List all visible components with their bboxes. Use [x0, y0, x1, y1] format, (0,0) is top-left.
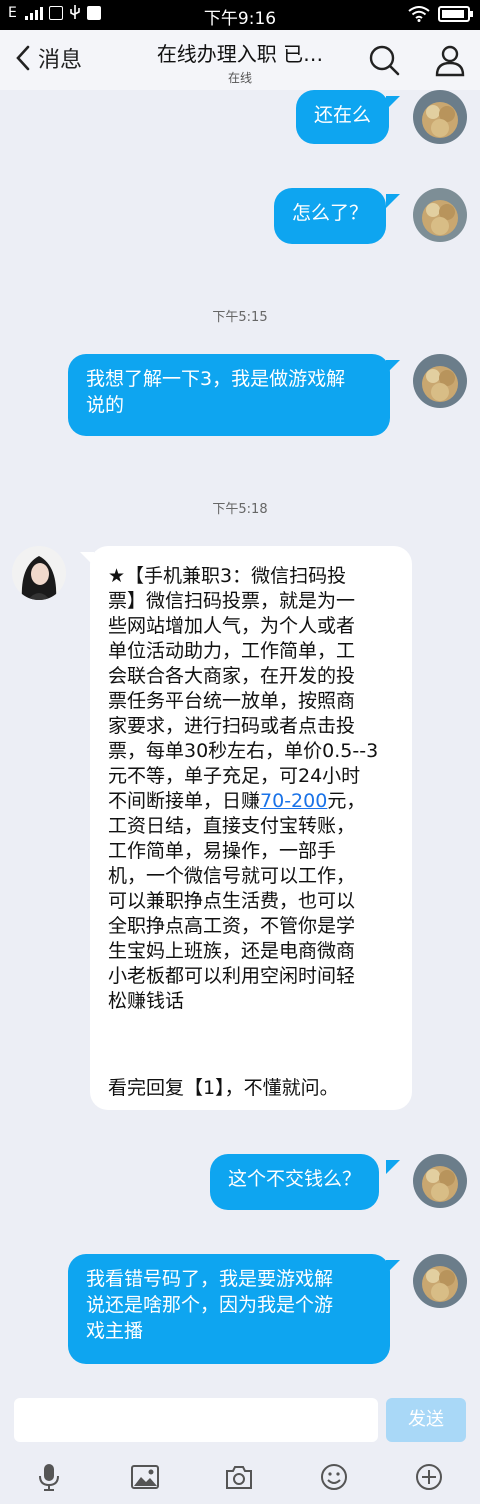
message-line: 戏主播	[86, 1320, 144, 1342]
input-toolbar	[0, 1450, 480, 1504]
avatar-image	[413, 90, 467, 144]
send-button[interactable]: 发送	[386, 1398, 466, 1442]
my-avatar[interactable]	[413, 1154, 467, 1208]
message-line: 说的	[86, 394, 125, 416]
avatar-image	[413, 354, 467, 408]
message-line: 家要求，进行扫码或者点击投	[108, 715, 356, 737]
title-block: 在线办理入职 已… 在线	[140, 38, 340, 86]
message-line: 票任务平台统一放单，按照商	[108, 690, 356, 712]
plus-icon[interactable]	[414, 1462, 444, 1492]
bubble-tail	[386, 1260, 400, 1274]
status-right	[408, 6, 473, 22]
camera-icon[interactable]	[224, 1462, 254, 1492]
message-text: 元，	[327, 790, 366, 812]
back-button[interactable]: 消息	[12, 42, 82, 74]
outgoing-message[interactable]: 怎么了？	[274, 188, 387, 244]
message-line: 松赚钱话	[108, 990, 185, 1012]
image-icon[interactable]	[130, 1462, 160, 1492]
timestamp: 下午5:18	[212, 502, 268, 517]
message-line: 票，每单30秒左右，单价0.5--3	[108, 740, 379, 762]
bubble-tail	[386, 96, 400, 110]
bubble-tail	[386, 1160, 400, 1174]
battery-icon	[438, 6, 473, 22]
emoji-icon[interactable]	[319, 1462, 349, 1492]
status-bar: E 下午9:16	[0, 0, 480, 30]
message-line: 会联合各大商家，在开发的投	[108, 665, 356, 687]
message-line: 些网站增加人气，为个人或者	[108, 615, 356, 637]
microphone-icon[interactable]	[34, 1462, 64, 1492]
message-line: 小老板都可以利用空闲时间轻	[108, 965, 356, 987]
incoming-message[interactable]: ★【手机兼职3：微信扫码投 票】微信扫码投票，就是为一 些网站增加人气，为个人或…	[90, 546, 412, 1110]
message-line: 我想了解一下3，我是做游戏解	[86, 368, 346, 390]
message-text: 这个不交钱么？	[228, 1168, 362, 1190]
avatar-image	[413, 1254, 467, 1308]
back-label: 消息	[38, 48, 83, 73]
message-line: 看完回复【1】，不懂就问。	[108, 1077, 339, 1099]
avatar-image	[12, 546, 66, 600]
profile-icon[interactable]	[432, 42, 468, 78]
my-avatar[interactable]	[413, 354, 467, 408]
message-line: 票】微信扫码投票，就是为一	[108, 590, 356, 612]
income-link[interactable]: 70-200	[260, 790, 327, 812]
message-line: 全职挣点高工资，不管你是学	[108, 915, 356, 937]
avatar-image	[413, 188, 467, 242]
message-text: 怎么了？	[292, 202, 369, 224]
wifi-icon	[408, 6, 430, 22]
chat-header: 消息 在线办理入职 已… 在线	[0, 30, 480, 90]
my-avatar[interactable]	[413, 90, 467, 144]
outgoing-message[interactable]: 我想了解一下3，我是做游戏解 说的	[68, 354, 390, 436]
chevron-left-icon	[16, 45, 30, 71]
message-line: 单位活动助力，工作简单，工	[108, 640, 356, 662]
search-icon[interactable]	[366, 42, 402, 78]
message-line: 元不等，单子充足，可24小时	[108, 765, 361, 787]
message-line: 工作简单，易操作，一部手	[108, 840, 337, 862]
message-line: ★【手机兼职3：微信扫码投	[108, 565, 347, 587]
message-line: 我看错号码了，我是要游戏解	[86, 1268, 334, 1290]
bubble-tail	[386, 360, 400, 374]
message-line: 可以兼职挣点生活费，也可以	[108, 890, 356, 912]
message-line: 不间断接单，日赚70-200元，	[108, 789, 394, 814]
chat-title: 在线办理入职 已…	[156, 42, 324, 66]
my-avatar[interactable]	[413, 188, 467, 242]
my-avatar[interactable]	[413, 1254, 467, 1308]
message-text: 还在么	[314, 104, 372, 126]
chat-status: 在线	[227, 71, 252, 85]
message-line: 机，一个微信号就可以工作，	[108, 865, 356, 887]
timestamp: 下午5:15	[212, 310, 268, 325]
message-input[interactable]	[14, 1398, 378, 1442]
message-list[interactable]: 还在么 怎么了？ 下午5:15 我想了解一下3，我是做游戏解 说的 下午5:18	[0, 90, 480, 1390]
contact-avatar[interactable]	[12, 546, 66, 600]
message-line: 工资日结，直接支付宝转账，	[108, 815, 356, 837]
message-text: 不间断接单，日赚	[108, 790, 261, 812]
message-line: 说还是啥那个，因为我是个游	[86, 1294, 334, 1316]
message-line: 生宝妈上班族，还是电商微商	[108, 940, 356, 962]
outgoing-message[interactable]: 还在么	[296, 90, 390, 144]
outgoing-message[interactable]: 我看错号码了，我是要游戏解 说还是啥那个，因为我是个游 戏主播	[68, 1254, 390, 1364]
input-bar: 发送	[0, 1390, 480, 1450]
avatar-image	[413, 1154, 467, 1208]
outgoing-message[interactable]: 这个不交钱么？	[210, 1154, 380, 1210]
bubble-tail	[386, 194, 400, 208]
